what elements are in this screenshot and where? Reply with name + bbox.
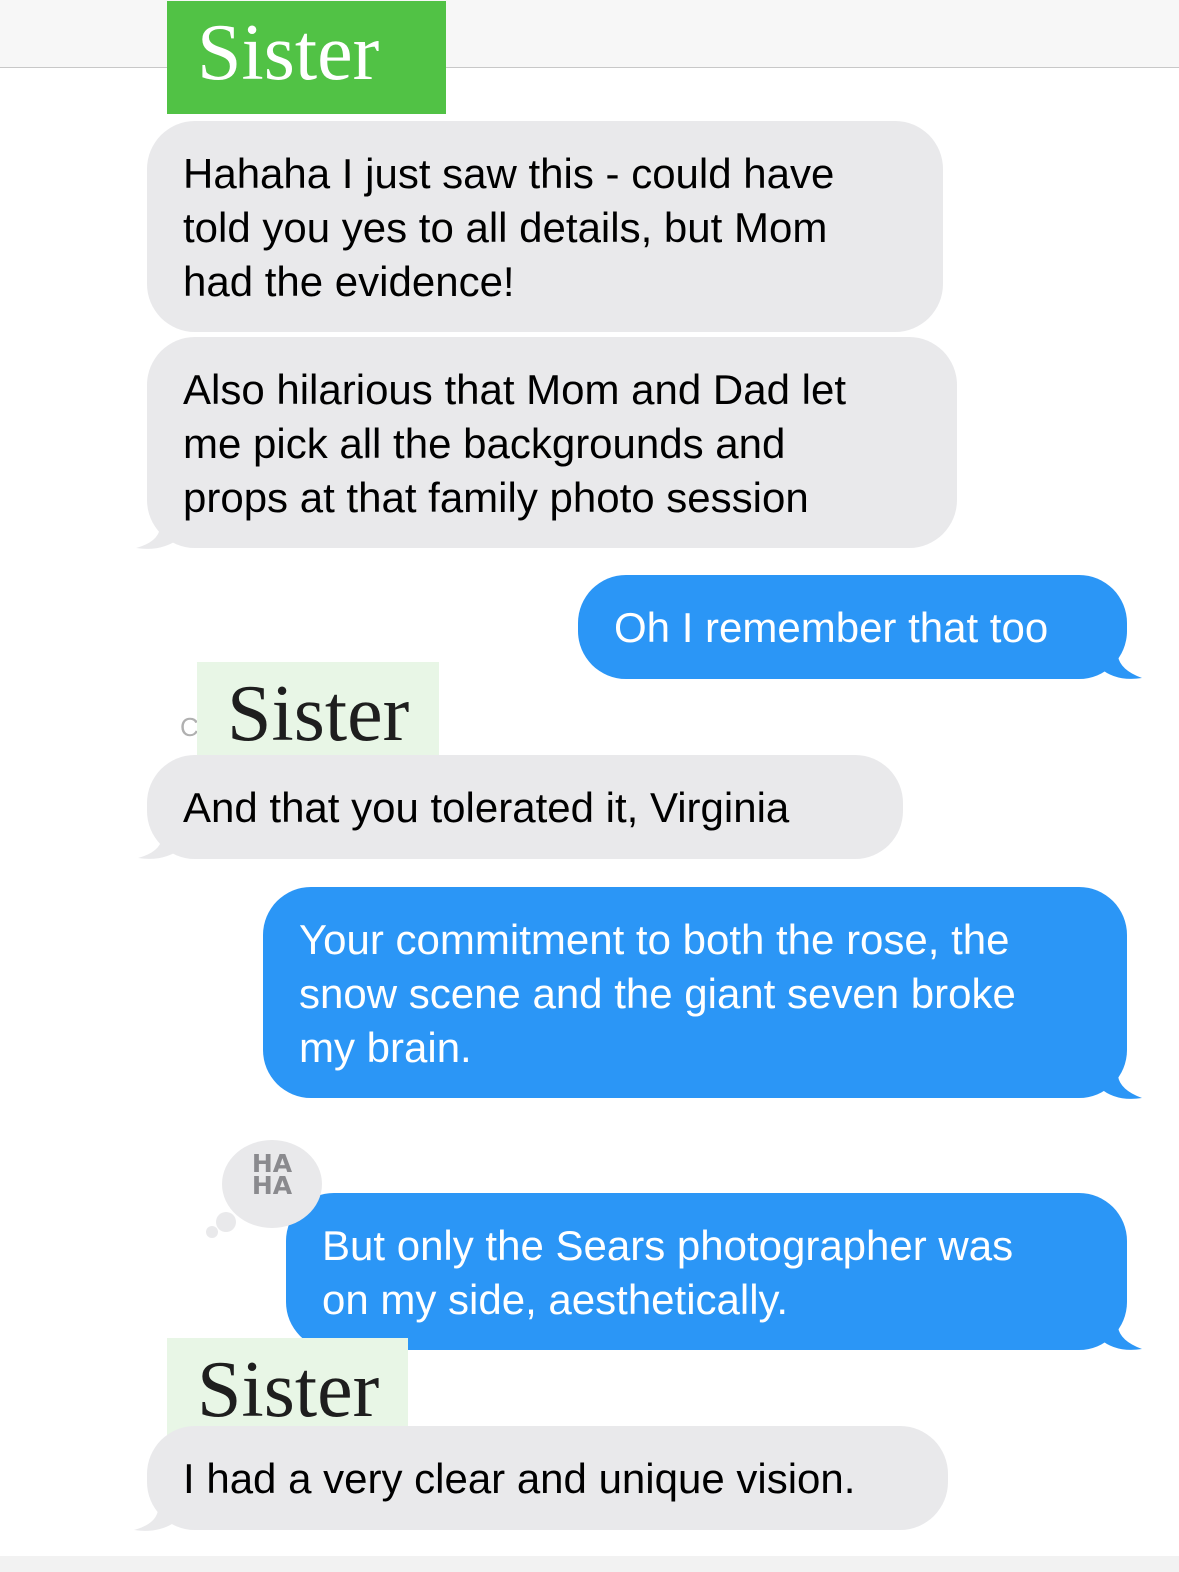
haha-reaction-icon[interactable]: HA HA [206, 1140, 322, 1238]
message-line: Also hilarious that Mom and Dad let [183, 366, 846, 413]
received-bubble-tail [136, 512, 180, 549]
received-message-bubble[interactable]: And that you tolerated it, Virginia [147, 755, 903, 859]
sent-bubble-tail [1100, 1313, 1142, 1350]
message-line: And that you tolerated it, Virginia [183, 784, 790, 831]
received-bubble-tail [138, 822, 182, 859]
sent-bubble-tail [1100, 642, 1142, 679]
sender-label: Sister [167, 1, 446, 114]
partial-text-fragment: C [180, 712, 199, 742]
message-line: Your commitment to both the rose, the [299, 916, 1010, 963]
message-line: Hahaha I just saw this - could have [183, 150, 835, 197]
bottom-bar [0, 1556, 1179, 1572]
received-message-bubble[interactable]: I had a very clear and unique vision. [147, 1426, 948, 1530]
sent-message-bubble[interactable]: Oh I remember that too [578, 575, 1127, 679]
received-message-bubble[interactable]: Hahaha I just saw this - could have told… [147, 121, 943, 332]
sent-message-bubble[interactable]: But only the Sears photographer was on m… [286, 1193, 1127, 1350]
message-line: told you yes to all details, but Mom [183, 204, 828, 251]
message-line: I had a very clear and unique vision. [183, 1455, 856, 1502]
sent-message-bubble[interactable]: Your commitment to both the rose, the sn… [263, 887, 1127, 1098]
message-line: Oh I remember that too [614, 604, 1049, 651]
received-message-bubble[interactable]: Also hilarious that Mom and Dad let me p… [147, 337, 957, 548]
message-line: on my side, aesthetically. [322, 1276, 789, 1323]
message-line: But only the Sears photographer was [322, 1222, 1014, 1269]
received-bubble-tail [134, 1494, 178, 1531]
message-line: had the evidence! [183, 258, 515, 305]
reaction-text: HA [251, 1171, 293, 1200]
sent-bubble-tail [1100, 1062, 1142, 1099]
sender-label: Sister [167, 1338, 408, 1435]
message-line: my brain. [299, 1024, 472, 1071]
message-line: props at that family photo session [183, 474, 809, 521]
sender-label: Sister [197, 662, 439, 759]
message-line: me pick all the backgrounds and [183, 420, 786, 467]
message-line: snow scene and the giant seven broke [299, 970, 1016, 1017]
